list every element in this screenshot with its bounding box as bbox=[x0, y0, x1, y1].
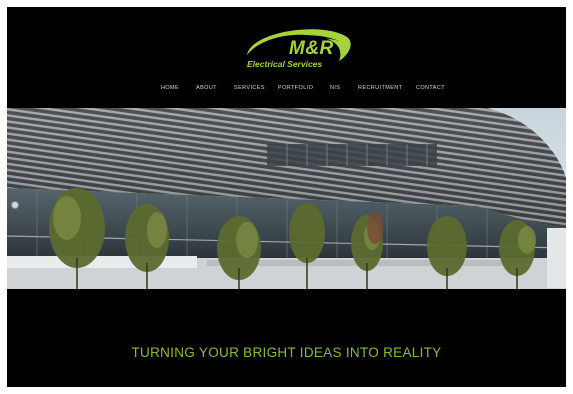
nav-item-contact[interactable]: CONTACT bbox=[416, 83, 445, 93]
nav-item-services[interactable]: SERVICES bbox=[234, 83, 265, 93]
tagline: TURNING YOUR BRIGHT IDEAS INTO REALITY bbox=[131, 345, 442, 360]
nav-item-recruitment[interactable]: RECRUITMENT bbox=[358, 83, 402, 93]
nav-item-home[interactable]: HOME bbox=[161, 83, 179, 93]
brand-logo[interactable]: M&R Electrical Services bbox=[243, 25, 355, 71]
nav-item-nis[interactable]: NIS bbox=[330, 83, 340, 93]
page-frame: M&R Electrical Services HOME ABOUT SERVI… bbox=[7, 7, 566, 387]
brand-subtitle: Electrical Services bbox=[247, 59, 323, 69]
hero-slider[interactable] bbox=[7, 108, 566, 289]
slider-dot-icon[interactable] bbox=[11, 201, 19, 209]
modern-building-photo bbox=[7, 108, 566, 289]
brand-name: M&R bbox=[289, 38, 334, 59]
nav-item-portfolio[interactable]: PORTFOLIO bbox=[278, 83, 313, 93]
main-nav: HOME ABOUT SERVICES PORTFOLIO NIS RECRUI… bbox=[158, 83, 468, 97]
nav-item-about[interactable]: ABOUT bbox=[196, 83, 217, 93]
